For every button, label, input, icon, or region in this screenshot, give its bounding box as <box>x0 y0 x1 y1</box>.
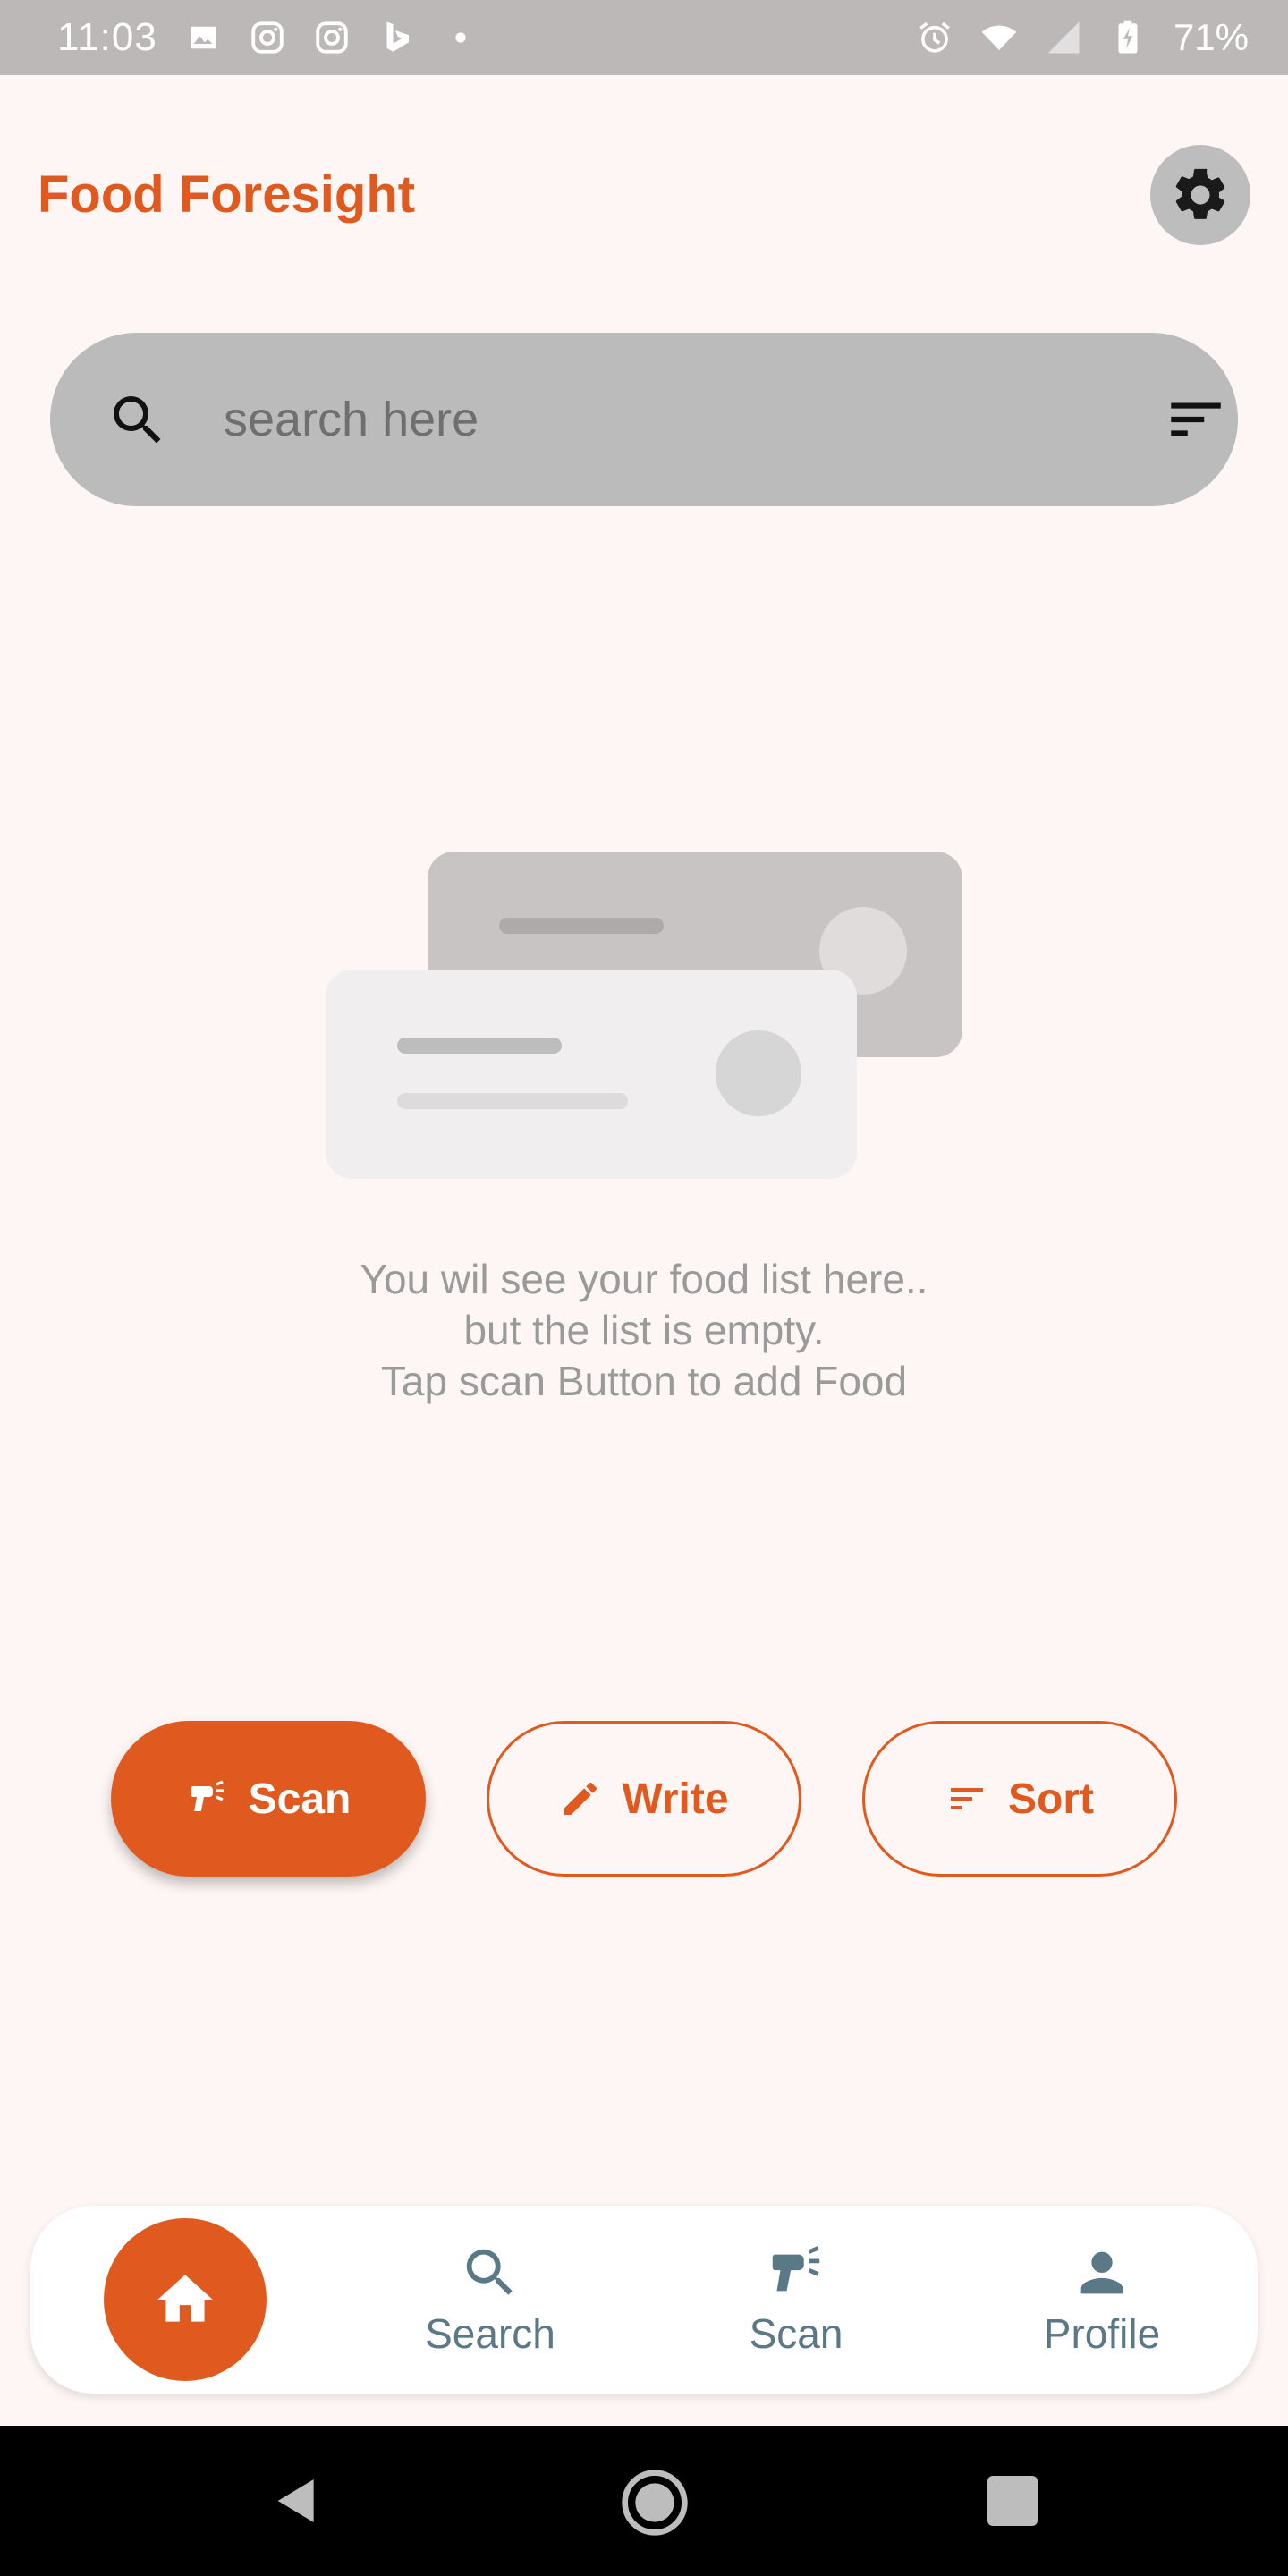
write-button-label: Write <box>622 1775 729 1823</box>
illustration-line <box>499 918 664 934</box>
nav-item-label: Search <box>425 2310 555 2357</box>
instagram-icon <box>249 19 286 56</box>
search-icon[interactable] <box>106 388 170 453</box>
illustration-card-front <box>326 970 857 1179</box>
recent-apps-icon[interactable] <box>987 2476 1038 2526</box>
empty-state-line: but the list is empty. <box>463 1307 825 1353</box>
status-bar-right: 71% <box>916 16 1249 59</box>
empty-state-line: Tap scan Button to add Food <box>380 1358 908 1404</box>
home-circle-icon[interactable] <box>619 2467 691 2538</box>
illustration-line <box>397 1093 628 1109</box>
instagram-icon <box>313 19 351 56</box>
nav-item-label: Scan <box>749 2310 843 2357</box>
nav-item-home[interactable] <box>104 2218 267 2381</box>
nav-item-profile[interactable]: Profile <box>995 2241 1209 2376</box>
dot-icon <box>442 19 479 56</box>
system-navigation-bar <box>0 2426 1288 2576</box>
image-icon <box>184 19 222 56</box>
sort-button-label: Sort <box>1008 1775 1094 1823</box>
status-bar-left: 11:03 <box>57 15 479 60</box>
empty-state-message: You wil see your food list here.. but th… <box>197 1254 1091 1407</box>
back-icon[interactable] <box>268 2472 326 2529</box>
barcode-scanner-icon <box>191 1780 224 1811</box>
status-bar: 11:03 71% <box>0 0 1288 75</box>
battery-charging-icon <box>1109 19 1147 56</box>
empty-state-line: You wil see your food list here.. <box>360 1256 928 1302</box>
scan-button-label: Scan <box>248 1775 352 1823</box>
sort-button[interactable]: Sort <box>862 1721 1177 1877</box>
illustration-line <box>397 1038 562 1054</box>
battery-percent: 71% <box>1173 16 1249 58</box>
signal-icon <box>1045 19 1082 56</box>
app-bar: Food Foresight <box>0 75 1288 317</box>
nav-item-search[interactable]: Search <box>383 2241 597 2376</box>
barcode-scanner-icon <box>772 2246 820 2292</box>
scan-button[interactable]: Scan <box>111 1721 426 1877</box>
sort-icon <box>951 1788 983 1809</box>
bing-icon <box>377 19 415 56</box>
empty-state-illustration <box>326 852 962 1179</box>
filter-icon[interactable] <box>1163 386 1229 453</box>
nav-item-label: Profile <box>1043 2310 1161 2357</box>
illustration-dot <box>716 1030 801 1116</box>
person-icon <box>1080 2251 1123 2294</box>
nav-item-scan[interactable]: Scan <box>689 2241 903 2376</box>
bottom-navigation: Search Scan Profile <box>30 2206 1258 2394</box>
alarm-icon <box>916 19 953 56</box>
search-icon <box>466 2249 513 2295</box>
app-title: Food Foresight <box>38 165 416 224</box>
settings-button[interactable] <box>1150 145 1250 245</box>
home-icon <box>157 2275 213 2322</box>
wifi-icon <box>980 19 1018 56</box>
write-button[interactable]: Write <box>487 1721 801 1877</box>
gear-icon <box>1175 168 1225 219</box>
search-input[interactable] <box>224 377 1029 462</box>
status-time: 11:03 <box>57 15 157 59</box>
pencil-icon <box>564 1782 597 1815</box>
search-bar[interactable] <box>50 333 1238 506</box>
